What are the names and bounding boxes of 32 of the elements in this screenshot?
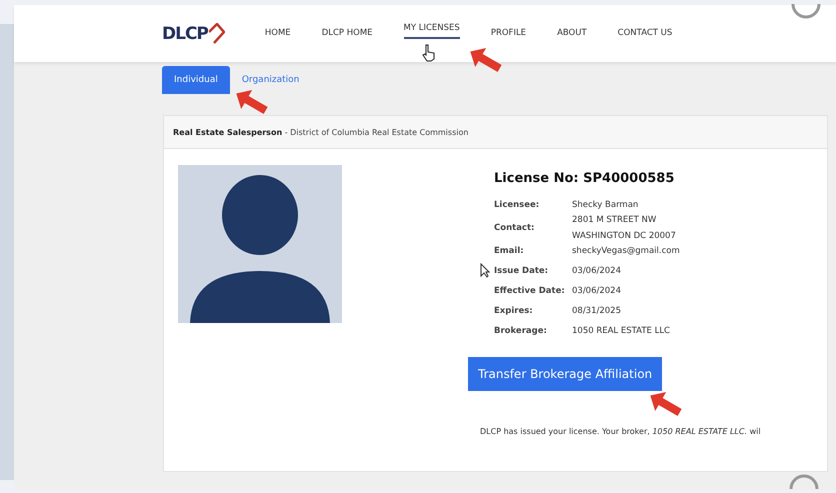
field-value: 03/06/2024 [572, 266, 621, 276]
field-label: Brokerage: [494, 326, 548, 336]
field-label: Issue Date: [494, 266, 550, 276]
nav-link[interactable]: MY LICENSES [404, 18, 460, 38]
field-value: 1050 REAL ESTATE LLC [572, 326, 670, 336]
nav-link[interactable]: PROFILE [490, 24, 526, 44]
tab[interactable]: Organization [230, 66, 312, 94]
avatar-icon [178, 165, 342, 323]
nav-link[interactable]: ABOUT [557, 24, 587, 44]
field-label: Contact: [494, 223, 536, 233]
nav-link[interactable]: HOME [264, 24, 291, 44]
field-label: Effective Date: [494, 286, 566, 296]
field-value: sheckyVegas@gmail.com [572, 246, 680, 256]
notice-text: DLCP has issued your license. Your broker, 1050 REAL ESTATE LLC. wil [480, 427, 762, 436]
transfer-button[interactable]: Transfer Brokerage Affiliation [468, 357, 662, 391]
field-value: WASHINGTON DC 20007 [572, 231, 676, 241]
field-label: Licensee: [494, 200, 540, 210]
ring-icon [788, 473, 820, 490]
logo-text: DLCP [162, 24, 208, 44]
field-value: 2801 M STREET NW [572, 215, 658, 225]
field-label: Email: [494, 246, 525, 256]
tab[interactable]: Individual [162, 66, 230, 94]
pointer-cursor-icon [480, 263, 490, 278]
nav-link[interactable]: DLCP HOME [322, 24, 373, 44]
field-value: 03/06/2024 [572, 286, 621, 296]
logo-icon [208, 22, 225, 44]
card-header: Real Estate Salesperson - District of Columbia Real Estate Commission [164, 116, 827, 149]
nav-link[interactable]: CONTACT US [618, 24, 672, 44]
field-label: Expires: [494, 306, 534, 316]
field-value: 08/31/2025 [572, 306, 621, 316]
license-number: License No: SP40000585 [494, 171, 676, 186]
field-value: Shecky Barman [572, 200, 638, 210]
